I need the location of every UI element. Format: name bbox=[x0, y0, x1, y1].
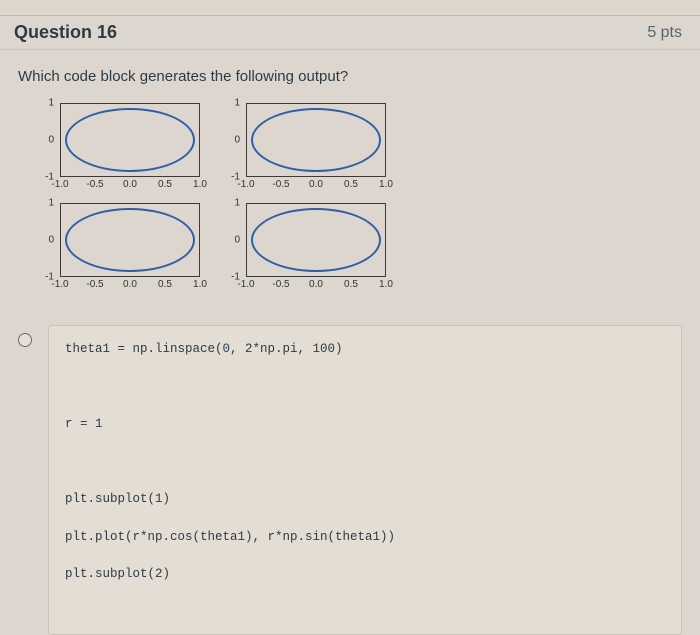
xtick: 0.0 bbox=[123, 179, 137, 190]
code-line: theta1 = np.linspace(0, 2*np.pi, 100) bbox=[65, 342, 343, 356]
question-prompt: Which code block generates the following… bbox=[18, 68, 682, 85]
xtick: -1.0 bbox=[237, 279, 254, 290]
xtick: 0.0 bbox=[309, 279, 323, 290]
ytick: 1 bbox=[234, 98, 240, 109]
xtick: 0.0 bbox=[123, 279, 137, 290]
xtick: 1.0 bbox=[193, 279, 207, 290]
xtick: 0.5 bbox=[344, 279, 358, 290]
xtick: -1.0 bbox=[51, 179, 68, 190]
xtick: 0.0 bbox=[309, 179, 323, 190]
radio-unselected-icon[interactable] bbox=[18, 333, 32, 347]
code-line: plt.plot(r*np.cos(theta1), r*np.sin(thet… bbox=[65, 530, 395, 544]
window-top-strip bbox=[0, 0, 700, 16]
ytick: 1 bbox=[48, 198, 54, 209]
xtick: 1.0 bbox=[193, 179, 207, 190]
code-line: plt.subplot(1) bbox=[65, 492, 170, 506]
xtick: 0.5 bbox=[158, 179, 172, 190]
code-block: theta1 = np.linspace(0, 2*np.pi, 100) r … bbox=[48, 325, 682, 635]
ytick: 0 bbox=[234, 135, 240, 146]
question-body: Which code block generates the following… bbox=[0, 50, 700, 635]
xtick: -0.5 bbox=[86, 179, 103, 190]
xtick: -0.5 bbox=[272, 279, 289, 290]
xtick: 0.5 bbox=[344, 179, 358, 190]
plot-figure: 1 0 -1 -1.0 -0.5 0.0 0.5 1.0 1 bbox=[34, 99, 682, 299]
code-line: plt.subplot(2) bbox=[65, 567, 170, 581]
ytick: 1 bbox=[234, 198, 240, 209]
subplot-1: 1 0 -1 -1.0 -0.5 0.0 0.5 1.0 bbox=[34, 99, 220, 199]
xtick: 1.0 bbox=[379, 179, 393, 190]
question-header: Question 16 5 pts bbox=[0, 16, 700, 50]
subplot-3: 1 0 -1 -1.0 -0.5 0.0 0.5 1.0 bbox=[34, 199, 220, 299]
xtick: 0.5 bbox=[158, 279, 172, 290]
xtick: -1.0 bbox=[51, 279, 68, 290]
answer-option-1[interactable]: theta1 = np.linspace(0, 2*np.pi, 100) r … bbox=[18, 325, 682, 635]
code-line: r = 1 bbox=[65, 417, 103, 431]
question-title: Question 16 bbox=[14, 22, 117, 43]
xtick: -0.5 bbox=[86, 279, 103, 290]
ytick: 0 bbox=[234, 235, 240, 246]
subplot-4: 1 0 -1 -1.0 -0.5 0.0 0.5 1.0 bbox=[220, 199, 406, 299]
xtick: 1.0 bbox=[379, 279, 393, 290]
xtick: -0.5 bbox=[272, 179, 289, 190]
subplot-2: 1 0 -1 -1.0 -0.5 0.0 0.5 1.0 bbox=[220, 99, 406, 199]
ytick: 0 bbox=[48, 235, 54, 246]
ytick: 0 bbox=[48, 135, 54, 146]
question-points: 5 pts bbox=[647, 24, 682, 42]
ytick: 1 bbox=[48, 98, 54, 109]
xtick: -1.0 bbox=[237, 179, 254, 190]
